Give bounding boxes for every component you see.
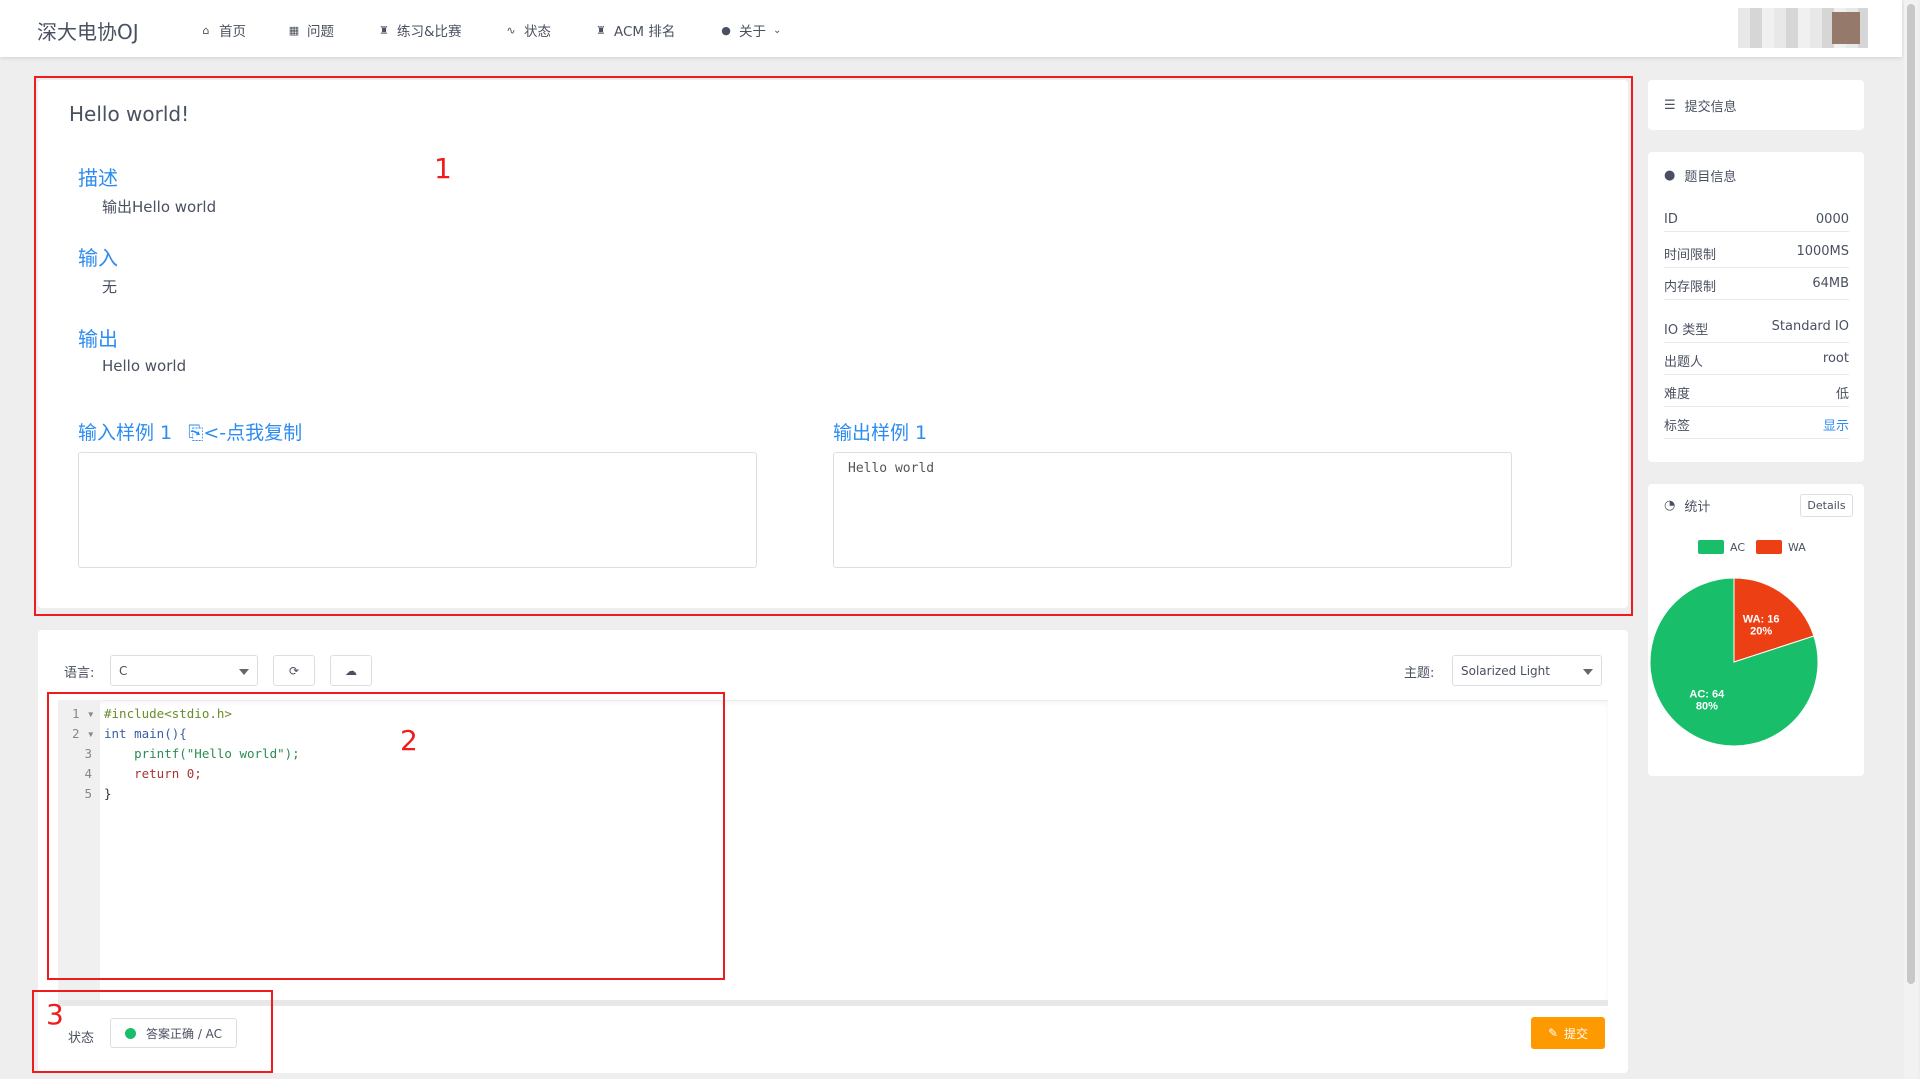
info-value: 64MB [1812, 276, 1849, 291]
trophy-icon: ♜ [379, 23, 389, 37]
ac-wa-pie-chart: WA: 16 20%AC: 64 80% [1649, 577, 1819, 747]
submission-info-header[interactable]: ☰ 提交信息 [1664, 96, 1737, 115]
nav-status-label: 状态 [524, 24, 551, 40]
info-value: 低 [1835, 387, 1849, 402]
home-icon: ⌂ [202, 23, 210, 37]
info-icon: ● [1664, 168, 1676, 183]
info-row-author: 出题人 root [1664, 351, 1849, 375]
upload-code-button[interactable]: ☁ [330, 655, 372, 686]
caret-down-icon [1583, 669, 1593, 675]
editor-bottom-bar [58, 1000, 1608, 1006]
problem-info-title: 题目信息 [1684, 170, 1737, 185]
list-icon: ☰ [1664, 98, 1676, 113]
submit-label: 提交 [1564, 1026, 1589, 1041]
problem-info-header: ● 题目信息 [1664, 166, 1736, 185]
refresh-icon: ⟳ [288, 663, 300, 678]
scrollbar-thumb[interactable] [1907, 4, 1915, 984]
annotation-label-3: 3 [46, 998, 64, 1031]
info-key: 出题人 [1664, 355, 1704, 370]
info-row-io-type: IO 类型 Standard IO [1664, 319, 1849, 343]
annotation-label-1: 1 [434, 152, 452, 185]
nav-contests[interactable]: ♜ 练习&比赛 [378, 20, 462, 41]
info-key: IO 类型 [1664, 323, 1709, 338]
info-row-memory-limit: 内存限制 64MB [1664, 276, 1849, 300]
info-key: ID [1664, 212, 1678, 227]
annotation-box-2 [47, 692, 725, 980]
site-brand[interactable]: 深大电协OJ [37, 16, 139, 45]
info-key: 标签 [1664, 419, 1691, 434]
caret-down-icon [239, 669, 249, 675]
info-row-difficulty: 难度 低 [1664, 383, 1849, 407]
annotation-label-2: 2 [400, 724, 418, 757]
nav-problems-label: 问题 [307, 24, 334, 40]
info-value: Standard IO [1771, 319, 1849, 334]
statistics-card: ◔ 统计 Details AC WA WA: 16 20% AC: 64 80% [1648, 484, 1864, 776]
info-key: 难度 [1664, 387, 1691, 402]
nav-acm-rank-label: ACM 排名 [614, 24, 676, 40]
nav-contests-label: 练习&比赛 [397, 24, 462, 40]
theme-value: Solarized Light [1461, 664, 1550, 678]
submission-info-card[interactable]: ☰ 提交信息 [1648, 80, 1864, 130]
info-row-id: ID 0000 [1664, 212, 1849, 232]
reset-code-button[interactable]: ⟳ [273, 655, 315, 686]
language-select[interactable]: C [110, 655, 258, 686]
grid-icon: ▦ [288, 23, 300, 37]
nav-acm-rank[interactable]: ♜ ACM 排名 [595, 20, 676, 41]
nav-about[interactable]: ● 关于 ⌄ [720, 20, 782, 41]
nav-problems[interactable]: ▦ 问题 [288, 20, 334, 41]
submit-button[interactable]: ✎ 提交 [1531, 1017, 1605, 1049]
annotation-box-3 [32, 990, 273, 1073]
show-tags-link[interactable]: 显示 [1823, 415, 1849, 434]
nav-home-label: 首页 [219, 24, 246, 40]
info-key: 内存限制 [1664, 280, 1717, 295]
info-value: root [1822, 351, 1849, 366]
info-row-time-limit: 时间限制 1000MS [1664, 244, 1849, 268]
info-icon: ● [721, 23, 731, 37]
theme-label: 主题: [1404, 666, 1435, 681]
submission-info-title: 提交信息 [1684, 100, 1737, 115]
info-value: 1000MS [1796, 244, 1849, 259]
top-navbar: 深大电协OJ ⌂ 首页 ▦ 问题 ♜ 练习&比赛 ∿ 状态 ♜ ACM 排名 ●… [0, 0, 1902, 57]
language-label: 语言: [64, 666, 95, 681]
language-value: C [119, 664, 128, 678]
nav-home[interactable]: ⌂ 首页 [200, 20, 247, 41]
user-avatar[interactable] [1738, 8, 1868, 48]
info-key: 时间限制 [1664, 248, 1717, 263]
nav-about-label: 关于 [739, 24, 766, 40]
pencil-icon: ✎ [1547, 1026, 1559, 1040]
problem-info-card: ● 题目信息 ID 0000 时间限制 1000MS 内存限制 64MB IO 类型 S… [1648, 152, 1864, 462]
cloud-upload-icon: ☁ [345, 663, 357, 678]
info-value: 0000 [1815, 212, 1849, 227]
trophy-icon: ♜ [596, 23, 606, 37]
annotation-box-1 [34, 76, 1633, 616]
pulse-icon: ∿ [506, 23, 516, 37]
info-row-tags: 标签 显示 [1664, 415, 1849, 439]
theme-select[interactable]: Solarized Light [1452, 655, 1602, 686]
page-scrollbar[interactable] [1904, 0, 1918, 1079]
nav-status[interactable]: ∿ 状态 [505, 20, 551, 41]
chevron-down-icon: ⌄ [773, 24, 782, 36]
